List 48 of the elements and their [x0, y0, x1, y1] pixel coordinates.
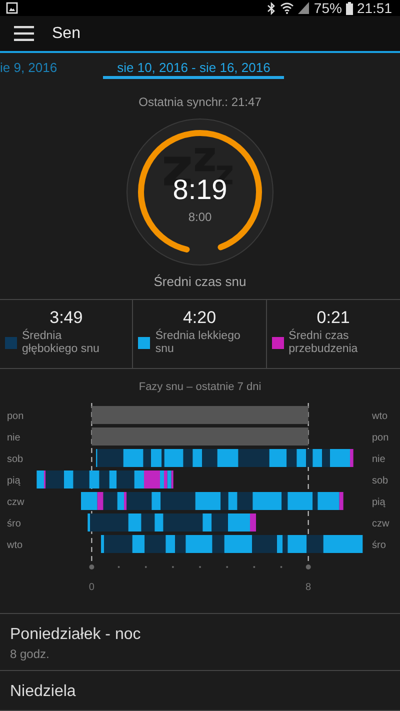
- stat-label: Średnia głębokiego snu: [22, 330, 100, 356]
- axis-dot: [199, 566, 202, 568]
- day-label: nie: [7, 432, 20, 444]
- stat-label: Średnia lekkiego snu: [155, 330, 242, 356]
- axis-dot: [253, 566, 256, 568]
- day-label: sob: [7, 454, 24, 465]
- battery-icon: [346, 2, 353, 14]
- battery-percentage: 75%: [314, 0, 342, 16]
- day-label: nie: [372, 454, 386, 465]
- axis-dot: [226, 566, 228, 568]
- chart-title: Fazy snu – ostatnie 7 dni: [138, 381, 262, 393]
- day-label: śro: [7, 518, 21, 530]
- axis-dot: [89, 564, 94, 570]
- screen-title: Sen: [52, 24, 80, 43]
- date-range-tab[interactable]: sie 10, 2016 - sie 16, 2016: [103, 59, 284, 79]
- day-label: wto: [7, 540, 23, 551]
- last-sync-text: Ostatnia synchr.: 21:47: [138, 95, 262, 109]
- day-label: czw: [7, 497, 24, 508]
- day-label: pon: [7, 411, 24, 422]
- stat-value: 3:49: [50, 308, 83, 328]
- signal-icon: [298, 2, 310, 14]
- axis-dot: [172, 566, 174, 568]
- stat-value: 0:21: [316, 308, 350, 328]
- day-label: wto: [372, 411, 388, 422]
- image-icon: [6, 2, 18, 14]
- night-title: Poniedziałek - noc: [10, 626, 142, 644]
- day-label: śro: [372, 540, 386, 551]
- day-label: czw: [372, 518, 390, 530]
- axis-dot: [306, 564, 311, 570]
- axis-dot: [144, 566, 147, 568]
- wifi-icon: [280, 2, 294, 14]
- average-sleep-value: 8:19: [172, 174, 228, 206]
- clock-time: 21:51: [356, 0, 392, 16]
- day-label: pon: [372, 432, 389, 444]
- date-range-tab[interactable]: ie 9, 2016: [0, 59, 104, 79]
- day-label: pią: [372, 497, 386, 508]
- menu-icon: [14, 26, 34, 42]
- day-label: sob: [372, 476, 388, 486]
- axis-label: 8: [306, 582, 312, 593]
- bluetooth-icon: [266, 2, 276, 14]
- night-duration: 8 godz.: [10, 647, 50, 661]
- gauge-caption: Średni czas snu: [154, 274, 246, 289]
- axis-label: 0: [88, 582, 94, 593]
- night-title: Niedziela: [10, 683, 77, 701]
- stat-value: 4:20: [182, 308, 216, 328]
- sleep-goal-value: 8:00: [188, 210, 212, 224]
- stat-label: Średni czas przebudzenia: [288, 330, 359, 356]
- day-label: pią: [7, 476, 20, 486]
